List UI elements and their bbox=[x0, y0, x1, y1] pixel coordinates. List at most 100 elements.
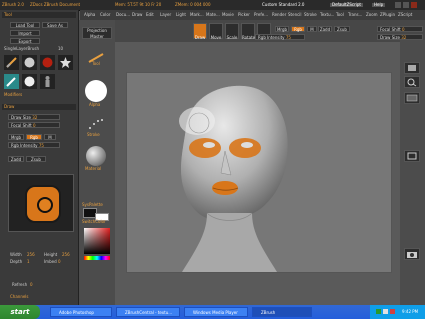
menu-layer[interactable]: Layer bbox=[160, 13, 171, 17]
rotate-mode-button[interactable]: Rotate bbox=[241, 23, 255, 40]
color-picker[interactable] bbox=[84, 228, 110, 254]
menu-stencil[interactable]: Stencil bbox=[288, 13, 302, 17]
focal-shift-toolbar-label: Focal Shift bbox=[380, 27, 401, 32]
tray-network-icon[interactable] bbox=[376, 309, 381, 314]
red-sphere-icon bbox=[42, 57, 53, 68]
document-canvas[interactable] bbox=[126, 72, 392, 273]
minimize-icon[interactable] bbox=[395, 2, 401, 8]
modifiers-label[interactable]: Modifiers bbox=[4, 93, 22, 97]
menu-zscript[interactable]: ZScript bbox=[398, 13, 412, 17]
taskbar-item-zbrushcentral[interactable]: ZBrushCentral - textu... bbox=[116, 307, 180, 317]
rgb-intensity-slider[interactable]: Rgb Intensity 75 bbox=[8, 142, 60, 148]
menu-stroke[interactable]: Stroke bbox=[304, 13, 317, 17]
menu-preferences[interactable]: Prefe... bbox=[254, 13, 268, 17]
rgb-button[interactable]: Rgb bbox=[26, 134, 42, 140]
tool-palette-header[interactable]: Tool bbox=[2, 12, 76, 18]
menu-draw[interactable]: Draw bbox=[132, 13, 142, 17]
save-as-button[interactable]: Save As bbox=[42, 22, 68, 28]
draw-mode-button[interactable]: Draw bbox=[193, 23, 207, 40]
top-toolstrip: Draw Move Scale Rotate Edit Mrgb Rgb M Z… bbox=[115, 20, 425, 42]
rgb-intensity-toolbar-label: Rgb Intensity bbox=[258, 35, 285, 40]
start-button[interactable]: start bbox=[0, 305, 40, 319]
maximize-icon[interactable] bbox=[403, 2, 409, 8]
focal-shift-slider[interactable]: Focal Shift 0 bbox=[8, 122, 60, 128]
projection-master-button[interactable]: Projection Master bbox=[82, 27, 112, 39]
move-mode-button[interactable]: Move bbox=[209, 23, 223, 40]
refresh-label[interactable]: Refresh bbox=[12, 283, 27, 287]
taskbar-item-photoshop[interactable]: Adobe Photoshop bbox=[50, 307, 112, 317]
menu-zplugin[interactable]: ZPlugin bbox=[380, 13, 395, 17]
tool-slot[interactable]: Tool bbox=[83, 50, 111, 68]
title-item: ZDocs ZBrush Document bbox=[30, 2, 81, 7]
menu-picker[interactable]: Picker bbox=[238, 13, 250, 17]
app-title: ZBrush 2.0 bbox=[2, 2, 24, 7]
tray-security-icon[interactable] bbox=[390, 309, 395, 314]
zadd-toolbar-button[interactable]: Zadd bbox=[318, 26, 332, 32]
menu-alpha[interactable]: Alpha bbox=[84, 13, 95, 17]
script-button[interactable]: DefaultZScript bbox=[330, 3, 363, 7]
menu-transform[interactable]: Trans... bbox=[348, 13, 362, 17]
zadd-button[interactable]: Zadd bbox=[8, 156, 24, 162]
draw-palette-header[interactable]: Draw bbox=[2, 104, 76, 110]
menu-texture[interactable]: Textu... bbox=[320, 13, 334, 17]
m-button[interactable]: M bbox=[44, 134, 56, 140]
focal-shift-label: Focal Shift bbox=[11, 123, 32, 128]
export-button[interactable]: Export bbox=[10, 38, 40, 44]
zoom-view-button[interactable] bbox=[404, 76, 420, 88]
frame-icon bbox=[407, 152, 417, 160]
menu-zoom[interactable]: Zoom bbox=[366, 13, 378, 17]
move-mode-label: Move bbox=[210, 35, 222, 40]
alpha-slot[interactable] bbox=[85, 80, 107, 102]
frame-button[interactable] bbox=[404, 150, 420, 162]
menu-light[interactable]: Light bbox=[176, 13, 186, 17]
m-toolbar-button[interactable]: M bbox=[307, 26, 317, 32]
hue-slider[interactable] bbox=[84, 256, 110, 260]
scale-mode-button[interactable]: Scale bbox=[225, 23, 239, 40]
white-sphere-thumbnail[interactable] bbox=[22, 74, 37, 89]
material-ball-thumbnail[interactable] bbox=[22, 55, 37, 70]
scroll-view-button[interactable] bbox=[404, 62, 420, 74]
taskbar-item-media-player[interactable]: Windows Media Player bbox=[184, 307, 248, 317]
star-thumbnail[interactable] bbox=[58, 55, 73, 70]
actual-size-button[interactable] bbox=[404, 92, 420, 104]
left-tool-palette: Tool Load Tool Save As Import Export Sin… bbox=[0, 10, 79, 305]
rgb-toolbar-button[interactable]: Rgb bbox=[291, 26, 305, 32]
focal-shift-toolbar-slider[interactable]: Focal Shift 0 bbox=[377, 26, 423, 32]
stroke-slot[interactable] bbox=[87, 116, 107, 132]
material-slot[interactable] bbox=[86, 146, 106, 166]
zsub-button[interactable]: Zsub bbox=[26, 156, 46, 162]
brush-thumbnail[interactable] bbox=[4, 55, 19, 70]
camera-icon bbox=[407, 252, 417, 258]
menu-movie[interactable]: Movie bbox=[222, 13, 234, 17]
draw-size-slider[interactable]: Draw Size 32 bbox=[8, 114, 60, 120]
menu-edit[interactable]: Edit bbox=[146, 13, 154, 17]
zsub-toolbar-button[interactable]: Zsub bbox=[334, 26, 350, 32]
mrgb-button[interactable]: Mrgb bbox=[8, 134, 24, 140]
clock: 9:42 PM bbox=[402, 309, 419, 314]
import-button[interactable]: Import bbox=[10, 30, 40, 36]
mrgb-toolbar-button[interactable]: Mrgb bbox=[275, 26, 289, 32]
alpha-preview[interactable] bbox=[8, 174, 74, 232]
height-value: 256 bbox=[62, 252, 70, 257]
rgb-intensity-toolbar-slider[interactable]: Rgb Intensity 75 bbox=[255, 34, 305, 40]
channels-label[interactable]: Channels bbox=[10, 295, 29, 299]
menu-color[interactable]: Color bbox=[100, 13, 110, 17]
menu-tool[interactable]: Tool bbox=[336, 13, 344, 17]
menu-render[interactable]: Render bbox=[272, 13, 286, 17]
menu-material[interactable]: Mate... bbox=[206, 13, 220, 17]
left-shelf: Projection Master Tool Alpha Stroke Mate… bbox=[79, 20, 115, 305]
preset-label[interactable]: Custom Standard 2.0 bbox=[262, 3, 304, 7]
simple-brush-thumbnail[interactable] bbox=[4, 74, 19, 89]
switch-color-label[interactable]: SwitchColor bbox=[82, 220, 106, 224]
red-sphere-thumbnail[interactable] bbox=[40, 55, 55, 70]
figure-thumbnail[interactable] bbox=[40, 74, 55, 89]
close-icon[interactable] bbox=[411, 2, 417, 8]
menu-document[interactable]: Docu... bbox=[116, 13, 130, 17]
taskbar-item-zbrush[interactable]: ZBrush bbox=[252, 307, 312, 317]
help-button[interactable]: Help bbox=[372, 3, 386, 7]
menu-marker[interactable]: Mark... bbox=[190, 13, 204, 17]
syspalette-label[interactable]: SysPalette bbox=[82, 203, 103, 207]
tray-volume-icon[interactable] bbox=[383, 309, 388, 314]
camera-button[interactable] bbox=[404, 248, 420, 260]
load-tool-button[interactable]: Load Tool bbox=[10, 22, 40, 28]
